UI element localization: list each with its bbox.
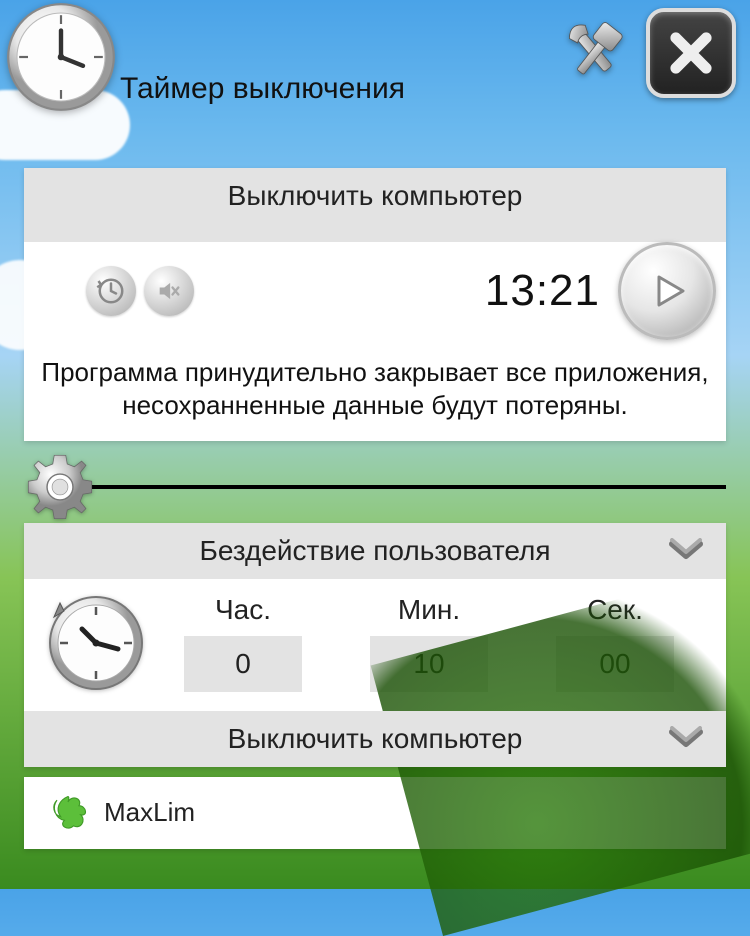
- action-dropdown[interactable]: Выключить компьютер: [24, 711, 726, 767]
- warning-text: Программа принудительно закрывает все пр…: [24, 346, 726, 441]
- minutes-label: Мин.: [340, 594, 518, 626]
- brand-name: MaxLim: [104, 797, 195, 828]
- settings-tools-icon[interactable]: [550, 8, 640, 98]
- current-action-label: Выключить компьютер: [24, 168, 726, 242]
- condition-label: Бездействие пользователя: [199, 535, 550, 567]
- clock-icon: [46, 593, 146, 693]
- chevron-down-icon: [668, 538, 704, 564]
- hours-label: Час.: [154, 594, 332, 626]
- gear-icon[interactable]: [24, 451, 96, 523]
- divider: [92, 485, 726, 489]
- brand-logo-icon: [46, 791, 90, 835]
- action-label: Выключить компьютер: [228, 723, 523, 755]
- timer-mode-icon[interactable]: [86, 266, 136, 316]
- scheduled-time: 13:21: [485, 266, 600, 316]
- app-clock-icon: [6, 2, 116, 112]
- main-panel: Выключить компьютер 13:21 Программа прин…: [24, 168, 726, 441]
- start-button[interactable]: [618, 242, 716, 340]
- hours-input[interactable]: 0: [184, 636, 302, 692]
- mute-icon[interactable]: [144, 266, 194, 316]
- close-button[interactable]: [646, 8, 736, 98]
- app-title: Таймер выключения: [120, 72, 405, 106]
- condition-dropdown[interactable]: Бездействие пользователя: [24, 523, 726, 579]
- chevron-down-icon: [668, 726, 704, 752]
